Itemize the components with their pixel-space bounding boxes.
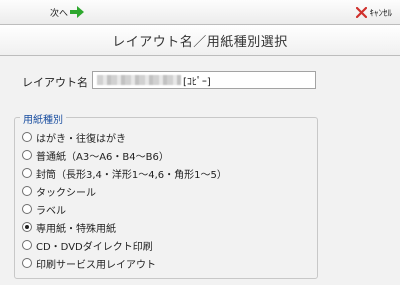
cancel-button[interactable]: ｷｬﾝｾﾙ bbox=[356, 4, 392, 20]
radio-button[interactable] bbox=[22, 150, 32, 160]
radio-label: タックシール bbox=[36, 187, 96, 199]
layout-name-input[interactable]: [ｺﾋﾟｰ] bbox=[92, 71, 316, 89]
radio-label: 専用紙・特殊用紙 bbox=[36, 223, 116, 235]
redacted-text bbox=[97, 75, 181, 85]
radio-label: CD・DVDダイレクト印刷 bbox=[36, 241, 153, 253]
radio-label: ラベル bbox=[36, 205, 66, 217]
radio-label: 封筒（長形3,4・洋形1～4,6・角形1～5） bbox=[36, 169, 227, 181]
arrow-right-icon bbox=[70, 6, 85, 18]
next-button[interactable]: 次へ bbox=[50, 4, 85, 20]
radio-label: 印刷サービス用レイアウト bbox=[36, 259, 156, 271]
radio-option-postcard[interactable]: はがき・往復はがき bbox=[22, 128, 227, 146]
radio-option-cd-dvd[interactable]: CD・DVDダイレクト印刷 bbox=[22, 236, 227, 254]
close-icon bbox=[356, 6, 368, 18]
radio-button[interactable] bbox=[22, 204, 32, 214]
paper-type-radio-list: はがき・往復はがき 普通紙（A3～A6・B4～B6） 封筒（長形3,4・洋形1～… bbox=[22, 128, 227, 272]
dialog-title-bar: レイアウト名／用紙種別選択 bbox=[0, 24, 400, 56]
layout-name-label: レイアウト名 bbox=[22, 76, 88, 89]
radio-button-selected[interactable] bbox=[22, 222, 32, 232]
cancel-label: ｷｬﾝｾﾙ bbox=[369, 8, 392, 19]
radio-label: はがき・往復はがき bbox=[36, 133, 126, 145]
radio-button[interactable] bbox=[22, 132, 32, 142]
toolbar: 次へ ｷｬﾝｾﾙ bbox=[0, 0, 400, 24]
radio-button[interactable] bbox=[22, 168, 32, 178]
paper-type-group-label: 用紙種別 bbox=[20, 111, 66, 126]
radio-button[interactable] bbox=[22, 186, 32, 196]
radio-option-tack-seal[interactable]: タックシール bbox=[22, 182, 227, 200]
radio-button[interactable] bbox=[22, 258, 32, 268]
radio-option-plain-paper[interactable]: 普通紙（A3～A6・B4～B6） bbox=[22, 146, 227, 164]
radio-option-special-paper[interactable]: 専用紙・特殊用紙 bbox=[22, 218, 227, 236]
next-label: 次へ bbox=[50, 8, 69, 19]
radio-option-label[interactable]: ラベル bbox=[22, 200, 227, 218]
radio-button[interactable] bbox=[22, 240, 32, 250]
radio-label: 普通紙（A3～A6・B4～B6） bbox=[36, 151, 169, 163]
dialog-title: レイアウト名／用紙種別選択 bbox=[112, 34, 288, 50]
radio-option-print-service[interactable]: 印刷サービス用レイアウト bbox=[22, 254, 227, 272]
layout-name-value-suffix: [ｺﾋﾟｰ] bbox=[183, 76, 211, 88]
radio-option-envelope[interactable]: 封筒（長形3,4・洋形1～4,6・角形1～5） bbox=[22, 164, 227, 182]
